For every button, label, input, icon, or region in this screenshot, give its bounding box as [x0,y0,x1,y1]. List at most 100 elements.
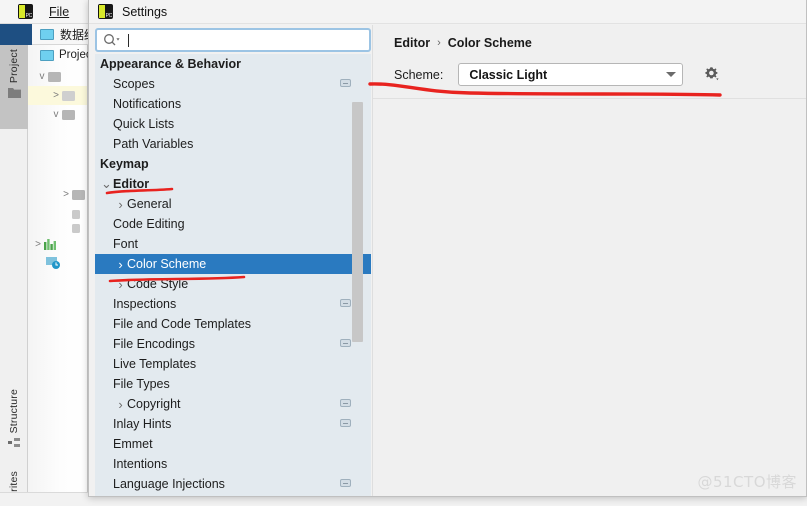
chevron-right-icon[interactable]: › [114,277,127,292]
settings-tree-item-label: File Types [113,377,170,391]
settings-tree-item-label: Color Scheme [127,257,207,271]
project-tree-row[interactable]: > [28,235,87,254]
settings-tree-item-notifications[interactable]: Notifications [95,94,371,114]
settings-tree-item-label: Quick Lists [113,117,175,131]
sidebar-item-structure[interactable]: Structure [0,385,28,461]
project-tree-panel: Project v > v > > [28,45,95,492]
breadcrumb: Editor › Color Scheme [394,36,532,50]
chevron-down-icon[interactable] [666,72,677,77]
project-tree-row[interactable]: v [28,67,87,86]
gear-icon[interactable] [703,66,720,83]
folder-icon [62,90,75,101]
project-icon [40,49,54,61]
settings-tree-item-file-and-code-templates[interactable]: File and Code Templates [95,314,371,334]
breadcrumb-parent[interactable]: Editor [394,36,430,50]
sidebar-item-project-label: Project [8,49,20,84]
folder-icon [62,109,75,120]
search-icon[interactable] [103,33,121,47]
database-clock-icon [46,256,60,269]
settings-tree-item-color-scheme[interactable]: › Color Scheme [95,254,371,274]
settings-tree-item-quick-lists[interactable]: Quick Lists [95,114,371,134]
scheme-settings-button[interactable] [703,66,720,83]
settings-tree-item-live-templates[interactable]: Live Templates [95,354,371,374]
settings-tree-item-label: Language Injections [113,477,225,491]
settings-tree-item-code-editing[interactable]: Code Editing [95,214,371,234]
settings-tree-item-label: General [127,197,172,211]
structure-icon [7,438,20,448]
settings-tree-item-copyright[interactable]: › Copyright [95,394,371,414]
settings-tree-item-badge-icon [340,339,351,347]
project-tree-row[interactable]: v [28,105,87,124]
settings-tree-item-label: Copyright [127,397,181,411]
chevron-right-icon[interactable]: > [32,239,44,250]
settings-tree-item-intentions[interactable]: Intentions [95,454,371,474]
breadcrumb-separator: › [437,37,441,49]
settings-tree-item-badge-icon [340,419,351,427]
dialog-title: Settings [122,4,168,19]
settings-tree-item-label: Live Templates [113,357,197,371]
project-panel-header: Project [28,45,95,65]
settings-tree-item-label: File and Code Templates [113,317,252,331]
settings-tree-item-badge-icon [340,399,351,407]
sidebar-item-project[interactable]: Project [0,45,28,129]
folder-icon [7,88,21,99]
text-caret [128,33,129,47]
sidebar-item-structure-label: Structure [8,389,20,434]
settings-tree-item-inlay-hints[interactable]: Inlay Hints [95,414,371,434]
settings-tree-item-language-injections[interactable]: Language Injections [95,474,371,494]
folder-icon [72,189,85,200]
settings-tree-item-file-encodings[interactable]: File Encodings [95,334,371,354]
project-tree-row[interactable]: > [28,185,87,204]
dialog-titlebar: Settings [89,0,806,24]
menu-file-label: File [49,4,70,19]
content-divider [373,98,806,99]
settings-tree-panel[interactable]: Appearance & Behavior Scopes Notifications… [95,54,371,496]
pycharm-logo-icon [18,4,33,19]
settings-tree-item-label: Font [113,237,139,251]
chevron-right-icon[interactable]: > [60,189,72,200]
settings-tree-item-label: Emmet [113,437,153,451]
pycharm-logo-icon [98,4,113,19]
settings-tree-item-path-variables[interactable]: Path Variables [95,134,371,154]
settings-tree-item-badge-icon [340,79,351,87]
chevron-down-icon[interactable]: v [50,109,62,120]
search-input[interactable] [95,28,371,52]
settings-tree-item-emmet[interactable]: Emmet [95,434,371,454]
settings-tree-item-label: Intentions [113,457,168,471]
ide-left-toolwindow-bar: Project Structure Favorites [0,45,28,506]
chevron-down-icon[interactable]: ⌄ [100,176,113,192]
settings-tree-item-editor[interactable]: ⌄ Editor [95,174,371,194]
breadcrumb-current: Color Scheme [447,36,532,50]
tree-scrollbar-track[interactable] [352,54,367,496]
settings-tree-item-label: Code Editing [113,217,185,231]
chevron-right-icon[interactable]: › [114,397,127,412]
settings-content-panel: Editor › Color Scheme Scheme: Classic Li… [372,25,806,496]
scheme-select[interactable]: Classic Light [458,63,684,86]
folder-icon [48,71,61,82]
settings-tree-item-label: Inlay Hints [113,417,172,431]
search-input-wrapper[interactable] [95,28,371,52]
settings-tree-item-font[interactable]: Font [95,234,371,254]
settings-tree-item-scopes[interactable]: Scopes [95,74,371,94]
tree-scrollbar-thumb[interactable] [352,102,363,342]
menu-item-file[interactable]: File [49,5,69,19]
chevron-right-icon[interactable]: › [114,197,127,212]
project-tree-row[interactable]: > [28,86,87,105]
tab-accent-bar [0,24,32,45]
settings-tree-item-label: Appearance & Behavior [100,57,242,71]
settings-tree-item-appearance-behavior[interactable]: Appearance & Behavior [95,54,371,74]
settings-tree-item-file-types[interactable]: File Types [95,374,371,394]
scheme-label: Scheme: [394,67,444,82]
project-tree-row[interactable] [28,253,87,272]
settings-tree-item-general[interactable]: › General [95,194,371,214]
settings-tree-item-code-style[interactable]: › Code Style [95,274,371,294]
chevron-right-icon[interactable]: › [114,257,127,272]
chart-icon [44,239,56,250]
settings-tree-item-inspections[interactable]: Inspections [95,294,371,314]
file-icon [40,28,54,40]
folder-icon [72,224,80,233]
scheme-row: Scheme: Classic Light [394,63,720,86]
chevron-down-icon[interactable]: v [36,71,48,82]
settings-tree-item-keymap[interactable]: Keymap [95,154,371,174]
chevron-right-icon[interactable]: > [50,90,62,101]
